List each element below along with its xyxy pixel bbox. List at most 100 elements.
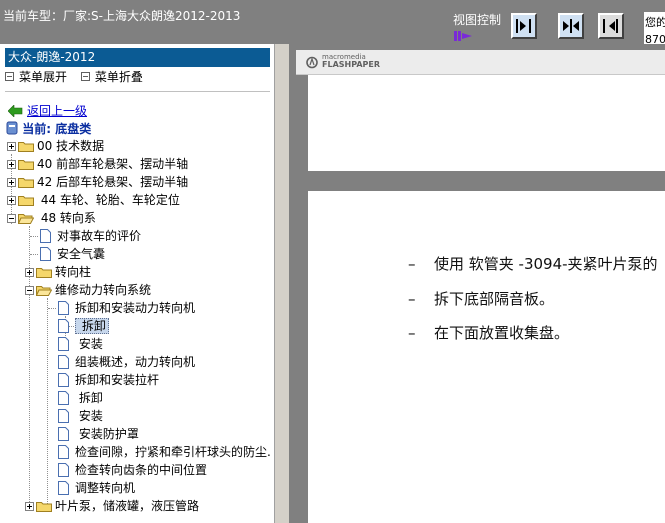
tree-item[interactable]: 拆卸 bbox=[58, 389, 103, 407]
tree-item-label: 00 技术数据 bbox=[37, 139, 105, 153]
current-name: 底盘类 bbox=[55, 122, 92, 136]
tree-item[interactable]: 对事故车的评价 bbox=[40, 227, 141, 245]
tree-item-label: 对事故车的评价 bbox=[57, 229, 142, 243]
tree-item[interactable]: 拆卸和安装拉杆 bbox=[58, 371, 159, 389]
document-icon bbox=[58, 481, 69, 495]
tree-item[interactable]: 40 前部车轮悬架、摆动半轴 bbox=[7, 155, 188, 173]
document-icon bbox=[40, 229, 51, 243]
tree-item[interactable]: 安装 bbox=[58, 335, 103, 353]
document-icon bbox=[58, 391, 69, 405]
tree-line bbox=[30, 254, 38, 255]
fit-width-button[interactable] bbox=[511, 13, 537, 39]
tree-item[interactable]: 调整转向机 bbox=[58, 479, 135, 497]
instruction-line: – 在下面放置收集盘。 bbox=[408, 322, 569, 343]
expand-icon bbox=[5, 72, 14, 81]
instruction-text: 拆下底部隔音板。 bbox=[434, 290, 555, 308]
car-model-bar: 大众-朗逸-2012 bbox=[5, 48, 270, 67]
expand-toggle-icon[interactable] bbox=[25, 502, 34, 511]
document-icon bbox=[58, 319, 69, 333]
collapse-toggle-icon[interactable] bbox=[25, 286, 34, 295]
document-icon bbox=[58, 373, 69, 387]
document-icon bbox=[58, 463, 69, 477]
tree-line bbox=[48, 308, 56, 309]
current-model-title: 当前车型：厂家:S-上海大众朗逸2012-2013 bbox=[3, 9, 241, 23]
tree-item-selected[interactable]: 拆卸 bbox=[58, 317, 109, 335]
tree-item-label: 调整转向机 bbox=[75, 481, 136, 495]
expand-toggle-icon[interactable] bbox=[7, 142, 16, 151]
tree-item-label: 检查间隙，拧紧和牵引杆球头的防尘... bbox=[75, 445, 270, 459]
tree-item[interactable]: 检查转向齿条的中间位置 bbox=[58, 461, 207, 479]
expand-menu-button[interactable]: 菜单展开 bbox=[5, 70, 67, 84]
menu-tools: 菜单展开 菜单折叠 bbox=[5, 68, 153, 85]
document-icon bbox=[58, 355, 69, 369]
back-link[interactable]: 返回上一级 bbox=[27, 104, 87, 118]
back-row[interactable]: 返回上一级 bbox=[7, 102, 87, 119]
folder-icon bbox=[18, 178, 34, 188]
two-page-icon bbox=[563, 19, 579, 33]
purple-control-icon[interactable] bbox=[454, 30, 474, 42]
dash: – bbox=[408, 255, 416, 273]
open-folder-icon bbox=[18, 214, 34, 224]
fit-page-icon bbox=[603, 19, 618, 33]
collapse-menu-button[interactable]: 菜单折叠 bbox=[80, 70, 143, 84]
tree-item-label: 44 车轮、轮胎、车轮定位 bbox=[37, 193, 180, 207]
two-page-button[interactable] bbox=[558, 13, 584, 39]
chassis-icon bbox=[6, 121, 18, 135]
expand-toggle-icon[interactable] bbox=[7, 196, 16, 205]
document-icon bbox=[58, 427, 69, 441]
tree-item[interactable]: 安装防护罩 bbox=[58, 425, 139, 443]
tree-line bbox=[30, 236, 38, 237]
collapse-menu-label: 菜单折叠 bbox=[94, 70, 143, 84]
tree-item-label: 42 后部车轮悬架、摆动半轴 bbox=[37, 175, 189, 189]
tree-line bbox=[47, 298, 48, 508]
tree-item[interactable]: 安全气囊 bbox=[40, 245, 105, 263]
tree-item[interactable]: 安装 bbox=[58, 407, 103, 425]
tree-item-label: 组装概述，动力转向机 bbox=[75, 355, 196, 369]
expand-toggle-icon[interactable] bbox=[25, 268, 34, 277]
tree-item[interactable]: 组装概述，动力转向机 bbox=[58, 353, 195, 371]
flashpaper-toolbar: macromedia FLASHPAPER bbox=[296, 50, 665, 75]
dash: – bbox=[408, 324, 416, 342]
open-folder-icon bbox=[36, 286, 52, 296]
expand-toggle-icon[interactable] bbox=[7, 160, 16, 169]
divider bbox=[5, 91, 270, 92]
tree-item[interactable]: 00 技术数据 bbox=[7, 137, 104, 155]
tree-item[interactable]: 维修动力转向系统 bbox=[25, 281, 151, 299]
fit-page-button[interactable] bbox=[598, 13, 624, 39]
corner-text: 您的 870 bbox=[645, 14, 665, 48]
tree-item-label: 40 前部车轮悬架、摆动半轴 bbox=[37, 157, 189, 171]
tree-item[interactable]: 拆卸和安装动力转向机 bbox=[58, 299, 195, 317]
expand-toggle-icon[interactable] bbox=[7, 178, 16, 187]
folder-icon bbox=[18, 196, 34, 206]
view-control-label: 视图控制 bbox=[453, 13, 502, 27]
tree-item-label: 安装 bbox=[75, 337, 103, 351]
tree-item-label: 转向柱 bbox=[55, 265, 92, 279]
folder-icon bbox=[18, 142, 34, 152]
tree-item-label: 安装 bbox=[75, 409, 103, 423]
document-page-1 bbox=[308, 75, 665, 171]
tree-item-label: 拆卸和安装拉杆 bbox=[75, 373, 160, 387]
current-category: 当前: 底盘类 bbox=[6, 120, 91, 137]
logo-bottom-text: FLASHPAPER bbox=[322, 60, 381, 69]
document-icon bbox=[58, 337, 69, 351]
tree-item[interactable]: 转向柱 bbox=[25, 263, 91, 281]
tree-item[interactable]: 48 转向系 bbox=[7, 209, 96, 227]
corner-text-line1: 您的 bbox=[645, 16, 665, 29]
instruction-line: – 使用 软管夹 -3094-夹紧叶片泵的 bbox=[408, 253, 658, 274]
scroll-track bbox=[289, 44, 296, 523]
panel-splitter[interactable] bbox=[275, 44, 289, 523]
tree-item[interactable]: 42 后部车轮悬架、摆动半轴 bbox=[7, 173, 188, 191]
tree-item-label: 叶片泵，储液罐，液压管路 bbox=[55, 499, 200, 513]
tree-item-label: 48 转向系 bbox=[37, 211, 96, 225]
document-icon bbox=[58, 301, 69, 315]
document-icon bbox=[58, 445, 69, 459]
back-arrow-icon bbox=[7, 104, 23, 118]
collapse-toggle-icon[interactable] bbox=[7, 214, 16, 223]
tree-item[interactable]: 44 车轮、轮胎、车轮定位 bbox=[7, 191, 180, 209]
tree-item[interactable]: 叶片泵，储液罐，液压管路 bbox=[25, 497, 199, 515]
tree-item-label: 检查转向齿条的中间位置 bbox=[75, 463, 208, 477]
tree-item[interactable]: 检查间隙，拧紧和牵引杆球头的防尘... bbox=[58, 443, 270, 461]
document-icon bbox=[58, 409, 69, 423]
instruction-line: – 拆下底部隔音板。 bbox=[408, 288, 554, 309]
fit-width-icon bbox=[516, 19, 531, 33]
